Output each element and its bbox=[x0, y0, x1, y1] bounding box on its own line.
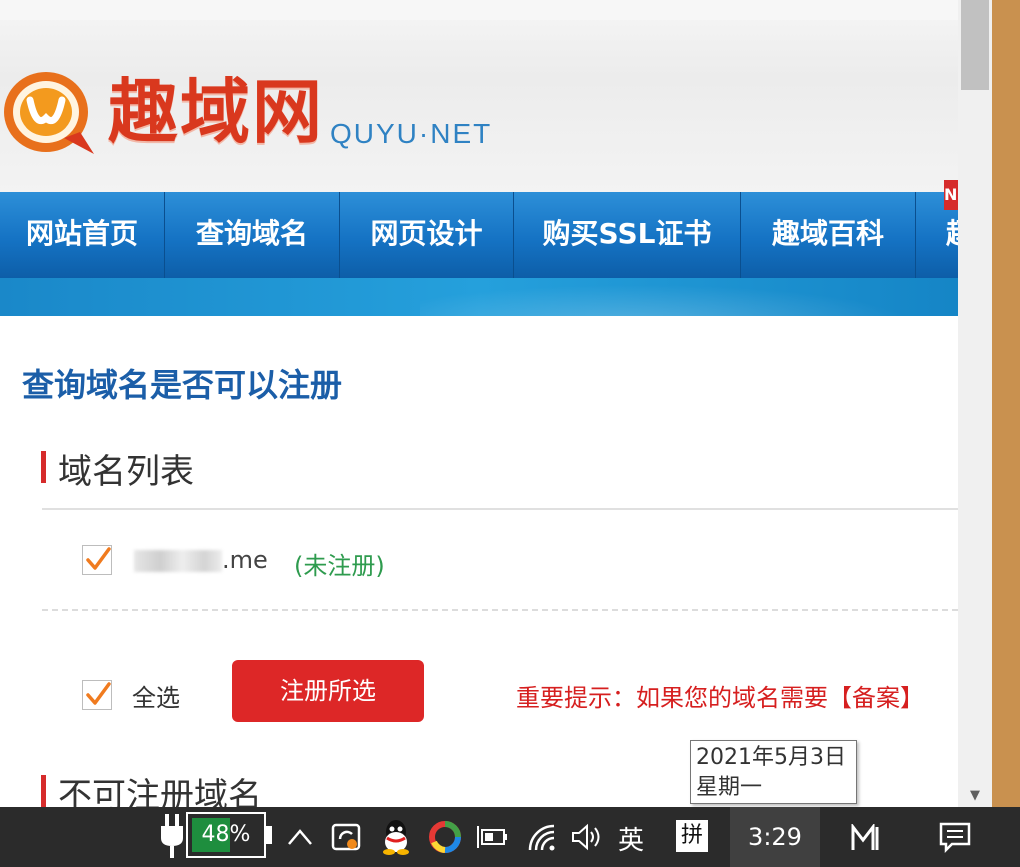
nav-item-wiki[interactable]: 趣域百科 bbox=[741, 192, 916, 278]
browser-ring-icon[interactable] bbox=[428, 820, 462, 854]
power-plug-icon[interactable] bbox=[158, 812, 186, 860]
qq-penguin-icon[interactable] bbox=[380, 818, 412, 856]
domain-status: (未注册) bbox=[294, 552, 385, 580]
checkmark-icon bbox=[86, 682, 111, 705]
nav-new-badge: N bbox=[944, 180, 958, 210]
divider bbox=[42, 508, 958, 510]
unavailable-domains-title: 不可注册域名 bbox=[58, 776, 262, 807]
ime-language[interactable]: 英 bbox=[618, 820, 644, 857]
sync-app-icon[interactable] bbox=[330, 820, 364, 854]
scrollbar-thumb[interactable] bbox=[961, 0, 989, 90]
nav-item-web-design[interactable]: 网页设计 bbox=[340, 192, 514, 278]
select-all-checkbox[interactable] bbox=[82, 680, 112, 710]
domain-suffix: .me bbox=[222, 546, 268, 574]
select-all-label[interactable]: 全选 bbox=[132, 678, 180, 713]
volume-icon[interactable] bbox=[570, 822, 604, 852]
banner-strip bbox=[0, 278, 958, 316]
wifi-icon[interactable] bbox=[526, 822, 558, 852]
ime-mode[interactable]: 拼 bbox=[676, 820, 708, 852]
battery-saver-icon[interactable] bbox=[474, 822, 510, 852]
site-logo[interactable]: 趣域网 QUYU·NET bbox=[0, 62, 520, 162]
taskbar-clock[interactable]: 3:29 bbox=[730, 807, 820, 867]
important-notice: 重要提示：如果您的域名需要【备案】 bbox=[516, 684, 924, 712]
domain-list-title: 域名列表 bbox=[58, 452, 194, 492]
quyu-logo-icon bbox=[4, 72, 94, 154]
site-header: 趣域网 QUYU·NET bbox=[0, 0, 958, 192]
app-tray-icon[interactable] bbox=[850, 824, 884, 852]
notification-center-icon[interactable] bbox=[938, 820, 972, 854]
desktop-edge bbox=[992, 0, 1020, 807]
scroll-down-arrow-icon[interactable]: ▼ bbox=[964, 786, 986, 806]
register-selected-button[interactable]: 注册所选 bbox=[232, 660, 424, 722]
logo-english-text: QUYU·NET bbox=[330, 118, 493, 149]
nav-item-domain-search[interactable]: 查询域名 bbox=[165, 192, 340, 278]
dashed-divider bbox=[42, 609, 958, 611]
date-tooltip: 2021年5月3日 星期一 bbox=[690, 740, 857, 804]
domain-name-redacted bbox=[134, 550, 222, 572]
header-top-strip bbox=[0, 0, 958, 20]
battery-tip bbox=[266, 826, 272, 844]
section-marker bbox=[41, 775, 46, 807]
battery-indicator[interactable]: 48% bbox=[186, 812, 266, 858]
tooltip-date: 2021年5月3日 bbox=[696, 745, 846, 770]
nav-item-buy-ssl[interactable]: 购买SSL证书 bbox=[514, 192, 741, 278]
chevron-up-icon[interactable] bbox=[286, 822, 314, 852]
nav-item-home[interactable]: 网站首页 bbox=[0, 192, 165, 278]
main-nav: 网站首页 查询域名 网页设计 购买SSL证书 趣域百科 趣 bbox=[0, 192, 958, 278]
section-marker bbox=[41, 451, 46, 483]
vertical-scrollbar[interactable] bbox=[958, 0, 992, 807]
domain-checkbox[interactable] bbox=[82, 545, 112, 575]
checkmark-icon bbox=[86, 547, 111, 570]
page-title: 查询域名是否可以注册 bbox=[22, 366, 343, 404]
logo-chinese-text: 趣域网 bbox=[108, 70, 324, 153]
tooltip-weekday: 星期一 bbox=[696, 775, 763, 800]
banner-decoration bbox=[420, 278, 958, 316]
browser-viewport: 趣域网 QUYU·NET 网站首页 查询域名 网页设计 购买SSL证书 趣域百科… bbox=[0, 0, 958, 807]
battery-percent: 48% bbox=[201, 822, 251, 847]
